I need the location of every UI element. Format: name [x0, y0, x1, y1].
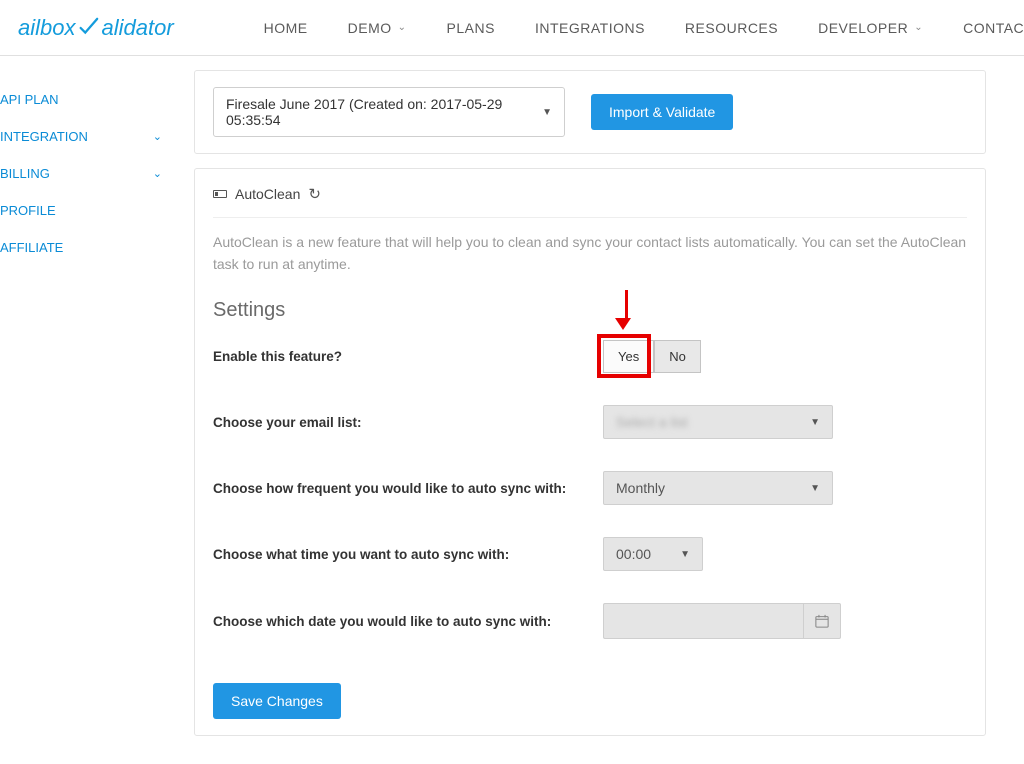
sidebar-profile[interactable]: PROFILE — [0, 192, 180, 229]
list-select[interactable]: Firesale June 2017 (Created on: 2017-05-… — [213, 87, 565, 137]
date-label: Choose which date you would like to auto… — [213, 614, 603, 629]
sidebar-api-plan[interactable]: API PLAN — [0, 81, 180, 118]
annotation-arrow — [621, 290, 631, 330]
content-area: Firesale June 2017 (Created on: 2017-05-… — [180, 56, 1010, 764]
nav-menu: HOME DEMO⌄ PLANS INTEGRATIONS RESOURCES … — [264, 20, 1024, 36]
date-input[interactable] — [603, 603, 803, 639]
setting-list: Choose your email list: Select a list ▼ — [213, 405, 967, 439]
setting-frequency: Choose how frequent you would like to au… — [213, 471, 967, 505]
list-select-value: Firesale June 2017 (Created on: 2017-05-… — [226, 96, 542, 128]
nav-integrations[interactable]: INTEGRATIONS — [535, 20, 645, 36]
time-select[interactable]: 00:00 ▼ — [603, 537, 703, 571]
chevron-down-icon: ⌄ — [398, 22, 407, 33]
toggle-icon — [213, 190, 227, 198]
nav-home[interactable]: HOME — [264, 20, 308, 36]
caret-down-icon: ▼ — [810, 417, 820, 428]
enable-toggle: Yes No — [603, 340, 701, 373]
email-list-select[interactable]: Select a list ▼ — [603, 405, 833, 439]
sidebar: API PLAN INTEGRATION⌄ BILLING⌄ PROFILE A… — [0, 56, 180, 764]
panel-description: AutoClean is a new feature that will hel… — [213, 232, 967, 275]
logo[interactable]: ailbox alidator — [18, 15, 174, 41]
sidebar-integration[interactable]: INTEGRATION⌄ — [0, 118, 180, 155]
logo-prefix: ailbox — [18, 15, 75, 41]
panel-title: AutoClean — [235, 186, 300, 202]
setting-date: Choose which date you would like to auto… — [213, 603, 967, 639]
sidebar-affiliate[interactable]: AFFILIATE — [0, 229, 180, 266]
setting-enable: Enable this feature? Yes No — [213, 340, 967, 373]
freq-value: Monthly — [616, 480, 665, 496]
calendar-icon — [815, 614, 829, 628]
import-validate-button[interactable]: Import & Validate — [591, 94, 733, 130]
freq-label: Choose how frequent you would like to au… — [213, 481, 603, 496]
list-label: Choose your email list: — [213, 415, 603, 430]
frequency-select[interactable]: Monthly ▼ — [603, 471, 833, 505]
nav-demo[interactable]: DEMO⌄ — [348, 20, 407, 36]
list-value: Select a list — [616, 414, 688, 430]
time-label: Choose what time you want to auto sync w… — [213, 547, 603, 562]
autoclean-panel: AutoClean ↻ AutoClean is a new feature t… — [194, 168, 986, 736]
top-nav: ailbox alidator HOME DEMO⌄ PLANS INTEGRA… — [0, 0, 1024, 56]
caret-down-icon: ▼ — [542, 107, 552, 118]
setting-time: Choose what time you want to auto sync w… — [213, 537, 967, 571]
loop-icon: ↻ — [308, 185, 321, 203]
sidebar-billing[interactable]: BILLING⌄ — [0, 155, 180, 192]
nav-resources[interactable]: RESOURCES — [685, 20, 778, 36]
save-changes-button[interactable]: Save Changes — [213, 683, 341, 719]
chevron-down-icon: ⌄ — [153, 167, 162, 180]
nav-plans[interactable]: PLANS — [447, 20, 495, 36]
toggle-no[interactable]: No — [654, 340, 701, 373]
calendar-button[interactable] — [803, 603, 841, 639]
chevron-down-icon: ⌄ — [914, 22, 923, 33]
time-value: 00:00 — [616, 546, 651, 562]
toggle-yes[interactable]: Yes — [603, 340, 654, 373]
caret-down-icon: ▼ — [680, 549, 690, 560]
checkmark-icon — [77, 17, 99, 39]
logo-suffix: alidator — [101, 15, 173, 41]
chevron-down-icon: ⌄ — [153, 130, 162, 143]
settings-heading: Settings — [213, 299, 967, 322]
enable-label: Enable this feature? — [213, 349, 603, 364]
nav-contact[interactable]: CONTACT — [963, 20, 1024, 36]
import-panel: Firesale June 2017 (Created on: 2017-05-… — [194, 70, 986, 154]
caret-down-icon: ▼ — [810, 483, 820, 494]
panel-header: AutoClean ↻ — [213, 185, 967, 218]
nav-developer[interactable]: DEVELOPER⌄ — [818, 20, 923, 36]
